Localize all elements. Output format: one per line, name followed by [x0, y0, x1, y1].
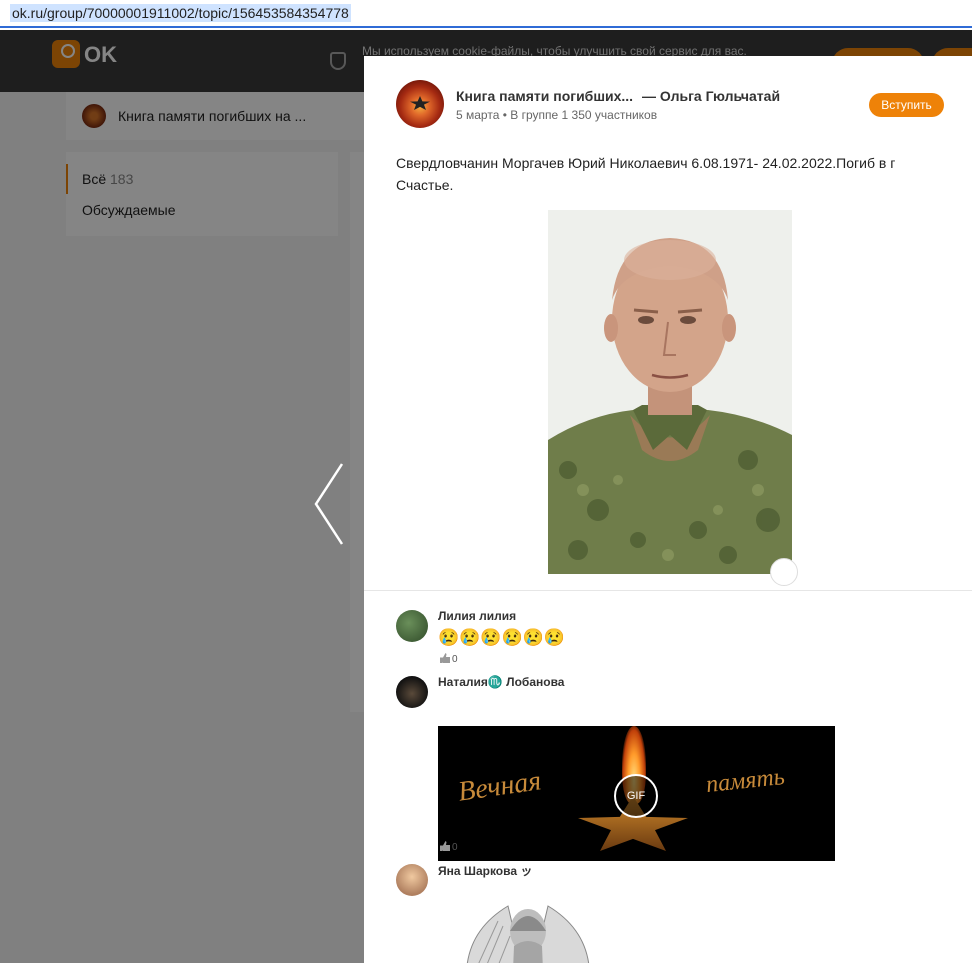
like-count: 0 — [452, 654, 458, 665]
post-meta: 5 марта • В группе 1 350 участников — [456, 108, 657, 122]
comment-avatar[interactable] — [396, 676, 428, 708]
thumbs-up-icon — [440, 653, 450, 663]
gif-play-badge[interactable]: GIF — [614, 774, 658, 818]
comment-like-button[interactable]: 0 — [440, 841, 458, 853]
comment-author[interactable]: Наталия♏ Лобанова — [438, 675, 564, 689]
post-group-info: • В группе 1 350 участников — [502, 108, 658, 122]
comment-gif[interactable]: Вечная память GIF — [438, 726, 835, 861]
comment-like-button[interactable]: 0 — [440, 653, 458, 665]
browser-address-bar[interactable]: ok.ru/group/70000001911002/topic/1564535… — [0, 0, 972, 28]
post-group-name[interactable]: Книга памяти погибших... — [456, 88, 633, 104]
expand-chevron-icon[interactable] — [770, 558, 798, 586]
previous-arrow-icon[interactable] — [312, 462, 352, 546]
comment-avatar[interactable] — [396, 610, 428, 642]
post-divider — [364, 590, 972, 591]
post-group-avatar[interactable] — [396, 80, 444, 128]
thumbs-up-icon — [440, 841, 450, 851]
comment-author[interactable]: Яна Шаркова ッ — [438, 862, 532, 879]
gif-caption-right: память — [704, 763, 786, 799]
post-text: Свердловчанин Моргачев Юрий Николаевич 6… — [396, 155, 896, 193]
gif-caption-left: Вечная — [456, 765, 544, 808]
comment-avatar[interactable] — [396, 864, 428, 896]
post-date: 5 марта — [456, 108, 500, 122]
like-count: 0 — [452, 842, 458, 853]
join-group-button[interactable]: Вступить — [869, 93, 944, 117]
comment-text: 😢😢😢😢😢😢 — [438, 628, 566, 647]
page: OK Мы используем cookie-файлы, чтобы улу… — [0, 30, 972, 963]
comment-author[interactable]: Лилия лилия — [438, 609, 516, 623]
post-author-name[interactable]: — Ольга Гюльчатай — [642, 88, 780, 104]
topic-modal: Книга памяти погибших... — Ольга Гюльчат… — [364, 56, 972, 963]
url-text[interactable]: ok.ru/group/70000001911002/topic/1564535… — [10, 4, 351, 22]
post-photo[interactable] — [548, 210, 792, 574]
angel-image[interactable] — [448, 886, 608, 963]
portrait-image — [548, 210, 792, 574]
